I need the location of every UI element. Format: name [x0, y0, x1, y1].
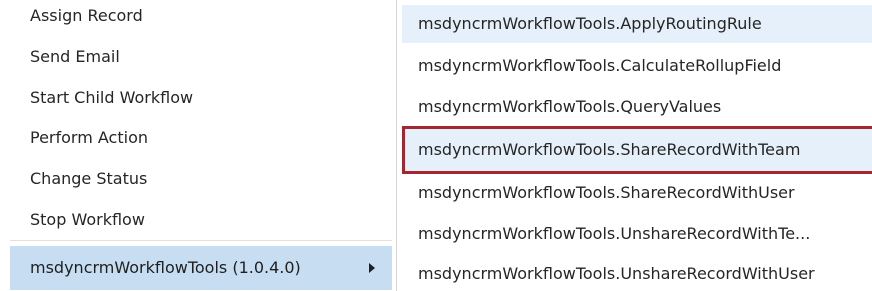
submenu-item-label: msdyncrmWorkflowTools.ApplyRoutingRule — [418, 14, 762, 33]
submenu-item-label: msdyncrmWorkflowTools.ShareRecordWithTea… — [418, 140, 801, 159]
submenu-item-share-record-with-user[interactable]: msdyncrmWorkflowTools.ShareRecordWithUse… — [402, 174, 872, 212]
menu-item-assign-record[interactable]: Assign Record — [30, 0, 143, 34]
submenu-item-share-record-with-team[interactable]: msdyncrmWorkflowTools.ShareRecordWithTea… — [402, 126, 872, 174]
submenu-item-label: msdyncrmWorkflowTools.UnshareRecordWithU… — [418, 264, 815, 283]
menu-item-start-child-workflow[interactable]: Start Child Workflow — [30, 80, 193, 116]
submenu-item-calculate-rollup-field[interactable]: msdyncrmWorkflowTools.CalculateRollupFie… — [402, 47, 872, 85]
submenu-item-label: msdyncrmWorkflowTools.CalculateRollupFie… — [418, 56, 782, 75]
submenu-item-label: msdyncrmWorkflowTools.QueryValues — [418, 97, 722, 116]
menu-item-perform-action[interactable]: Perform Action — [30, 120, 148, 156]
submenu-item-unshare-record-with-user[interactable]: msdyncrmWorkflowTools.UnshareRecordWithU… — [402, 255, 872, 291]
submenu-item-label: msdyncrmWorkflowTools.UnshareRecordWithT… — [418, 224, 811, 243]
menu-item-stop-workflow[interactable]: Stop Workflow — [30, 202, 145, 238]
workflow-step-menu: Assign Record Send Email Start Child Wor… — [0, 0, 872, 291]
workflow-tools-submenu: msdyncrmWorkflowTools.ApplyRoutingRule m… — [398, 0, 872, 291]
submenu-item-query-values[interactable]: msdyncrmWorkflowTools.QueryValues — [402, 88, 872, 126]
submenu-item-unshare-record-with-team[interactable]: msdyncrmWorkflowTools.UnshareRecordWithT… — [402, 215, 872, 253]
menu-item-send-email[interactable]: Send Email — [30, 39, 120, 75]
submenu-item-apply-routing-rule[interactable]: msdyncrmWorkflowTools.ApplyRoutingRule — [402, 5, 872, 43]
menu-item-workflow-tools[interactable]: msdyncrmWorkflowTools (1.0.4.0) — [10, 246, 392, 290]
submenu-item-label: msdyncrmWorkflowTools.ShareRecordWithUse… — [418, 183, 795, 202]
menu-item-workflow-tools-label: msdyncrmWorkflowTools (1.0.4.0) — [30, 258, 301, 277]
submenu-arrow-icon — [369, 263, 375, 273]
menu-divider — [10, 240, 392, 241]
step-menu: Assign Record Send Email Start Child Wor… — [0, 0, 397, 291]
menu-item-change-status[interactable]: Change Status — [30, 161, 147, 197]
